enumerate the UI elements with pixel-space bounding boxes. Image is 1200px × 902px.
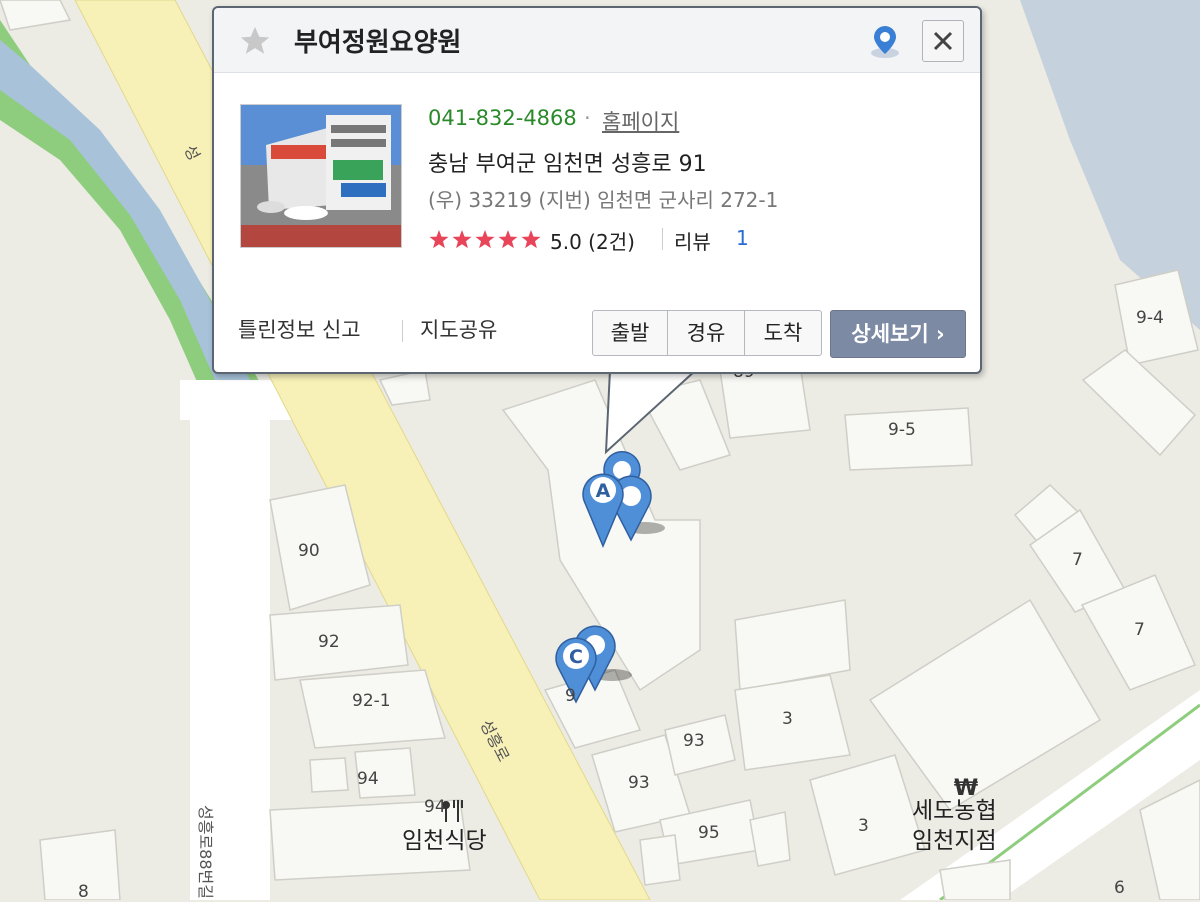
- place-photo[interactable]: [240, 104, 402, 248]
- close-button[interactable]: [922, 20, 964, 62]
- review-label: 리뷰: [674, 230, 711, 254]
- popup-tail: [604, 368, 699, 455]
- svg-text:C: C: [569, 646, 583, 668]
- lot-label: 90: [298, 541, 320, 561]
- lot-label: 93: [628, 773, 650, 793]
- review-count-link[interactable]: 1: [736, 226, 749, 250]
- via-button[interactable]: 경유: [667, 310, 745, 356]
- lot-label: 7: [1072, 550, 1083, 570]
- homepage-link[interactable]: 홈페이지: [602, 106, 679, 136]
- roadview-icon[interactable]: [868, 22, 902, 60]
- rating-star: [521, 230, 541, 249]
- lot-label: 3: [782, 709, 793, 729]
- depart-button[interactable]: 출발: [592, 310, 668, 356]
- details-button[interactable]: 상세보기 ›: [830, 310, 966, 358]
- share-map-link[interactable]: 지도공유: [420, 314, 497, 344]
- phone-separator: ·: [584, 106, 591, 130]
- poi-restaurant-label[interactable]: 임천식당: [402, 826, 487, 856]
- footer-divider: [402, 320, 403, 342]
- road-address: 충남 부여군 임천면 성흥로 91: [428, 152, 707, 177]
- svg-text:A: A: [596, 480, 611, 502]
- place-popup: 부여정원요양원 041-832-4868 · 홈페이지 충남 부여군 임천면 성…: [212, 6, 982, 374]
- lot-label: 9: [565, 686, 576, 706]
- lot-label: 93: [683, 731, 705, 751]
- close-icon: [933, 31, 953, 51]
- rating-star: [429, 230, 449, 249]
- lot-label: 94: [357, 769, 379, 789]
- poi-bank-label[interactable]: 세도농협 임천지점: [912, 796, 997, 856]
- rating-divider: [662, 228, 663, 250]
- lot-address: (우) 33219 (지번) 임천면 군사리 272-1: [428, 188, 779, 212]
- lot-label: 92-1: [352, 691, 391, 711]
- place-title: 부여정원요양원: [294, 28, 462, 58]
- popup-header: 부여정원요양원: [214, 8, 980, 73]
- arrive-button[interactable]: 도착: [744, 310, 822, 356]
- rating-star: [475, 230, 495, 249]
- lot-label: 6: [1114, 878, 1125, 898]
- phone-number[interactable]: 041-832-4868: [428, 106, 577, 130]
- lot-label: 7: [1134, 620, 1145, 640]
- poi-bank-name: 세도농협 임천지점: [912, 798, 997, 854]
- star-favorite-icon[interactable]: [238, 24, 272, 58]
- rating-star: [498, 230, 518, 249]
- side-road-name-label: 성흥로88번길: [195, 805, 215, 899]
- lot-label: 9-5: [888, 420, 916, 440]
- rating-stars-icon: [429, 230, 541, 249]
- rating-score: 5.0 (2건): [550, 230, 635, 254]
- rating-star: [452, 230, 472, 249]
- lot-label: 95: [698, 823, 720, 843]
- lot-label: 92: [318, 632, 340, 652]
- lot-label: 9-4: [1136, 308, 1164, 328]
- lot-label: 8: [78, 882, 89, 902]
- lot-label: 3: [858, 816, 869, 836]
- report-error-link[interactable]: 틀린정보 신고: [238, 314, 361, 344]
- lot-label: 94: [424, 797, 446, 817]
